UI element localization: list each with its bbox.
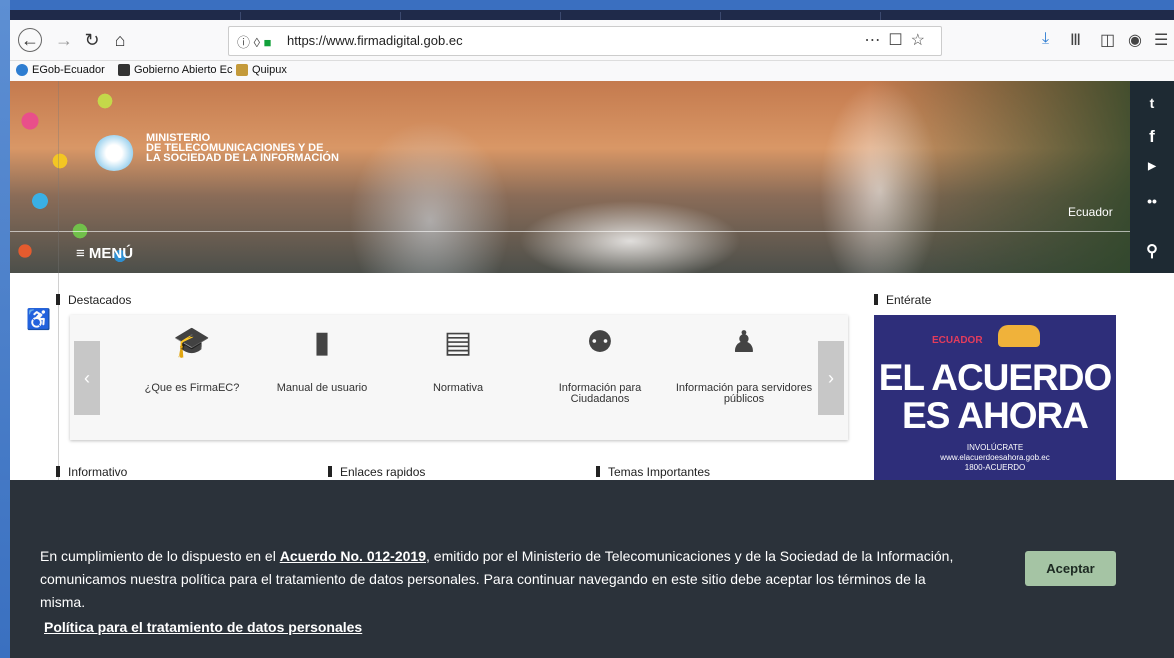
acuerdo-banner[interactable]: ECUADOR EL ACUERDO ES AHORA INVOLÚCRATE … [874, 315, 1116, 483]
ministry-name[interactable]: MINISTERIO DE TELECOMUNICACIONES Y DE LA… [146, 133, 339, 164]
tab[interactable] [630, 12, 721, 20]
facebook-icon[interactable]: f [1130, 127, 1174, 147]
ad-tag: ECUADOR [932, 335, 983, 346]
cookie-text: En cumplimiento de lo dispuesto en el Ac… [40, 545, 970, 614]
people-icon: ⚉ [586, 326, 614, 359]
carousel-item-ciudadanos[interactable]: ⚉ Información para Ciudadanos [530, 326, 670, 405]
navigation-toolbar: ← → ↻ ⌂ ⓘ ◊ ■ https://www.firmadigital.g… [10, 20, 1174, 61]
page-actions[interactable]: ⋯☐☆ [864, 30, 933, 50]
site-info-icons[interactable]: ⓘ ◊ ■ [237, 32, 272, 51]
window-frame-left [0, 0, 10, 658]
section-title-enlaces: Enlaces rapidos [328, 465, 425, 479]
account-icon[interactable]: ◉ [1128, 30, 1142, 50]
section-title-informativo: Informativo [56, 465, 127, 479]
hands-icon [998, 325, 1040, 347]
tab-strip[interactable] [10, 10, 1174, 20]
download-icon[interactable]: ⤓ [1042, 30, 1049, 48]
carousel-item-servidores[interactable]: ♟ Información para servidores públicos [674, 326, 814, 405]
carousel-item-manual[interactable]: ▮ Manual de usuario [252, 326, 392, 394]
bookmark-egob[interactable]: EGob-Ecuador [16, 64, 105, 76]
section-title-destacados: Destacados [56, 293, 131, 307]
tab[interactable] [150, 12, 241, 20]
cookie-consent-banner: En cumplimiento de lo dispuesto en el Ac… [10, 480, 1174, 658]
ad-detail-line: www.elacuerdoesahora.gob.ec [940, 453, 1050, 462]
forward-icon[interactable]: → [52, 28, 76, 52]
flickr-icon[interactable]: •• [1130, 193, 1174, 209]
menu-button[interactable]: ≡ MENÚ [76, 245, 133, 262]
menu-icon[interactable]: ☰ [1154, 30, 1168, 50]
url-bar[interactable]: ⓘ ◊ ■ https://www.firmadigital.gob.ec ⋯☐… [228, 26, 942, 56]
carousel-item-normativa[interactable]: ▤ Normativa [388, 326, 528, 394]
carousel-item-label: Información para Ciudadanos [558, 382, 642, 405]
section-title-temas: Temas Importantes [596, 465, 710, 479]
lock-icon: ■ [263, 35, 272, 50]
carousel-item-label: Información para servidores públicos [675, 382, 813, 405]
bookmark-icon [236, 64, 248, 76]
section-title-enterate: Entérate [874, 293, 931, 307]
globe-icon [16, 64, 28, 76]
bookmark-icon [118, 64, 130, 76]
url-text[interactable]: https://www.firmadigital.gob.ec [287, 33, 463, 48]
cookie-text-part: En cumplimiento de lo dispuesto en el [40, 548, 280, 564]
document-icon: ▤ [443, 326, 473, 359]
accept-button[interactable]: Aceptar [1025, 551, 1116, 586]
ministry-line: LA SOCIEDAD DE LA INFORMACIÓN [146, 152, 339, 164]
accessibility-icon[interactable]: ♿ [26, 307, 51, 332]
tab[interactable] [470, 12, 561, 20]
library-icon[interactable]: Ⅲ [1070, 30, 1081, 50]
carousel-item-label: Normativa [432, 382, 484, 394]
carousel-item-label: Manual de usuario [276, 382, 368, 394]
carousel-prev-button[interactable]: ‹ [74, 341, 100, 415]
window-frame-top [0, 0, 1174, 10]
carousel-item-que-es-firmaec[interactable]: 🎓 ¿Que es FirmaEC? [122, 326, 262, 394]
ad-headline: EL ACUERDO ES AHORA [874, 359, 1116, 435]
ministry-logo-icon[interactable] [94, 135, 134, 171]
bookmark-label: Quipux [252, 64, 287, 76]
privacy-policy-link[interactable]: Política para el tratamiento de datos pe… [44, 619, 362, 635]
book-icon: ▮ [313, 326, 331, 359]
divider [10, 231, 1130, 232]
bookmark-label: Gobierno Abierto Ec [134, 64, 233, 76]
featured-carousel: ‹ 🎓 ¿Que es FirmaEC? ▮ Manual de usuario… [70, 315, 848, 440]
ad-headline-line: ES AHORA [902, 395, 1089, 436]
bookmarks-bar: EGob-Ecuador Gobierno Abierto Ec Quipux [10, 61, 1174, 81]
policy-link-container: Política para el tratamiento de datos pe… [44, 619, 362, 635]
country-label: Ecuador [1068, 205, 1113, 219]
acuerdo-link[interactable]: Acuerdo No. 012-2019 [280, 548, 426, 564]
home-icon[interactable]: ⌂ [108, 28, 132, 52]
graduation-cap-icon: 🎓 [173, 326, 211, 359]
tab[interactable] [790, 12, 881, 20]
reload-icon[interactable]: ↻ [80, 28, 104, 52]
user-tie-icon: ♟ [730, 326, 758, 359]
ad-details: INVOLÚCRATE www.elacuerdoesahora.gob.ec … [874, 443, 1116, 473]
decorative-trees [870, 81, 1130, 273]
search-icon[interactable]: ⚲ [1130, 241, 1174, 261]
ad-detail-line: INVOLÚCRATE [966, 443, 1024, 452]
twitter-icon[interactable]: t [1130, 95, 1174, 111]
ad-detail-line: 1800-ACUERDO [964, 463, 1026, 472]
sidebar-icon[interactable]: ◫ [1100, 30, 1115, 50]
bookmark-gobierno-abierto[interactable]: Gobierno Abierto Ec [118, 64, 232, 76]
carousel-item-label: ¿Que es FirmaEC? [144, 382, 240, 394]
social-bar: t f ▶ •• ⚲ [1130, 81, 1174, 273]
carousel-next-button[interactable]: › [818, 341, 844, 415]
tab[interactable] [310, 12, 401, 20]
bookmark-label: EGob-Ecuador [32, 64, 105, 76]
back-icon[interactable]: ← [18, 28, 42, 52]
hero-banner: MINISTERIO DE TELECOMUNICACIONES Y DE LA… [10, 81, 1130, 273]
ad-headline-line: EL ACUERDO [878, 357, 1113, 398]
bookmark-quipux[interactable]: Quipux [236, 64, 287, 76]
youtube-icon[interactable]: ▶ [1130, 161, 1174, 172]
